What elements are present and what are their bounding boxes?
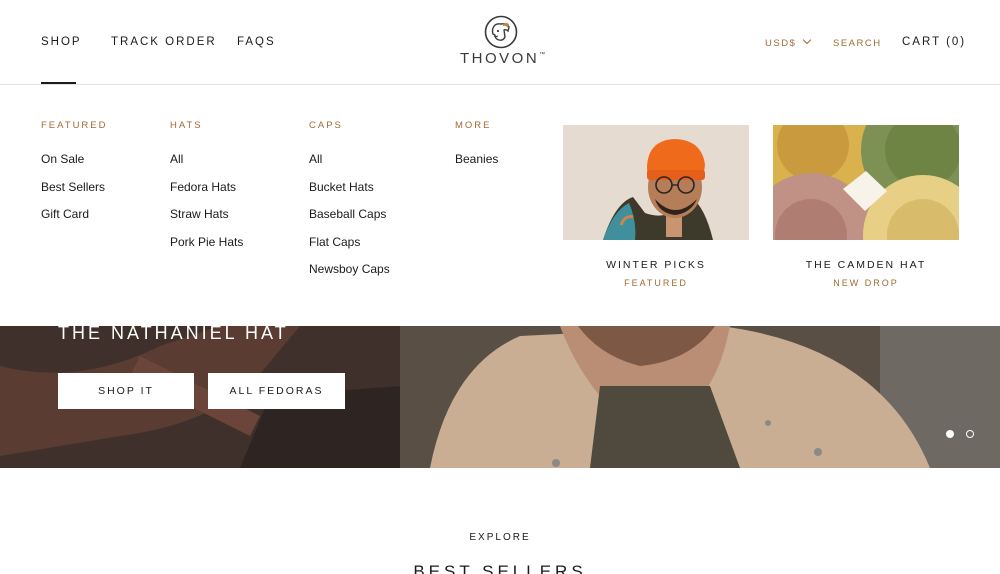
menu-item-straw-hats[interactable]: Straw Hats xyxy=(170,207,243,235)
promo-winter-picks[interactable]: WINTER PICKS FEATURED xyxy=(563,125,749,288)
menu-column-featured: FEATURED On Sale Best Sellers Gift Card xyxy=(41,120,108,235)
menu-item-beanies[interactable]: Beanies xyxy=(455,152,498,180)
promo-subtitle: NEW DROP xyxy=(833,278,899,288)
promo-title[interactable]: WINTER PICKS xyxy=(563,259,749,271)
shop-it-button[interactable]: SHOP IT xyxy=(58,373,194,409)
winter-picks-image[interactable] xyxy=(563,125,749,240)
section-title: BEST SELLERS xyxy=(413,562,587,574)
currency-label: USD$ xyxy=(765,38,797,49)
camden-hat-image[interactable] xyxy=(773,125,959,240)
slide-dot-active[interactable] xyxy=(946,430,954,438)
menu-item-flat-caps[interactable]: Flat Caps xyxy=(309,235,390,263)
menu-item-all-caps[interactable]: All xyxy=(309,152,390,180)
currency-selector[interactable]: USD$ xyxy=(765,35,812,49)
site-header: SHOP TRACK ORDER FAQS THOVON™ USD$ SEARC… xyxy=(0,0,1000,85)
menu-item-bucket-hats[interactable]: Bucket Hats xyxy=(309,180,390,208)
menu-item-baseball-caps[interactable]: Baseball Caps xyxy=(309,207,390,235)
promo-title[interactable]: THE CAMDEN HAT xyxy=(773,259,959,271)
hero-title: THE NATHANIEL HAT xyxy=(58,326,289,343)
menu-item-on-sale[interactable]: On Sale xyxy=(41,152,108,180)
logo[interactable]: THOVON™ xyxy=(460,15,546,71)
section-eyebrow: EXPLORE xyxy=(469,532,531,543)
promo-subtitle: FEATURED xyxy=(624,278,688,288)
nav-track-order[interactable]: TRACK ORDER xyxy=(111,36,217,48)
menu-item-pork-pie-hats[interactable]: Pork Pie Hats xyxy=(170,235,243,263)
menu-column-title: FEATURED xyxy=(41,120,108,131)
nav-faqs[interactable]: FAQS xyxy=(237,36,276,48)
slide-dot[interactable] xyxy=(966,430,974,438)
menu-item-best-sellers[interactable]: Best Sellers xyxy=(41,180,108,208)
hero-slideshow: THE NATHANIEL HAT SHOP IT ALL FEDORAS xyxy=(0,326,1000,468)
chevron-down-icon xyxy=(803,35,812,45)
logo-wordmark: THOVON™ xyxy=(460,50,546,67)
menu-column-more: MORE Beanies xyxy=(455,120,498,180)
menu-item-all-hats[interactable]: All xyxy=(170,152,243,180)
menu-column-caps: CAPS All Bucket Hats Baseball Caps Flat … xyxy=(309,120,390,290)
all-fedoras-button[interactable]: ALL FEDORAS xyxy=(208,373,345,409)
active-nav-underline xyxy=(41,82,76,84)
menu-column-title: HATS xyxy=(170,120,203,131)
promo-camden-hat[interactable]: THE CAMDEN HAT NEW DROP xyxy=(773,125,959,288)
shop-mega-menu: FEATURED On Sale Best Sellers Gift Card … xyxy=(0,85,1000,326)
nav-shop[interactable]: SHOP xyxy=(41,36,82,48)
dog-logo-icon xyxy=(484,15,518,49)
cart-link[interactable]: CART (0) xyxy=(902,36,966,48)
menu-item-newsboy-caps[interactable]: Newsboy Caps xyxy=(309,262,390,290)
search-link[interactable]: SEARCH xyxy=(833,38,882,49)
menu-column-hats: HATS All Fedora Hats Straw Hats Pork Pie… xyxy=(170,120,243,262)
menu-column-title: CAPS xyxy=(309,120,343,131)
menu-item-gift-card[interactable]: Gift Card xyxy=(41,207,108,235)
menu-item-fedora-hats[interactable]: Fedora Hats xyxy=(170,180,243,208)
menu-column-title: MORE xyxy=(455,120,492,131)
